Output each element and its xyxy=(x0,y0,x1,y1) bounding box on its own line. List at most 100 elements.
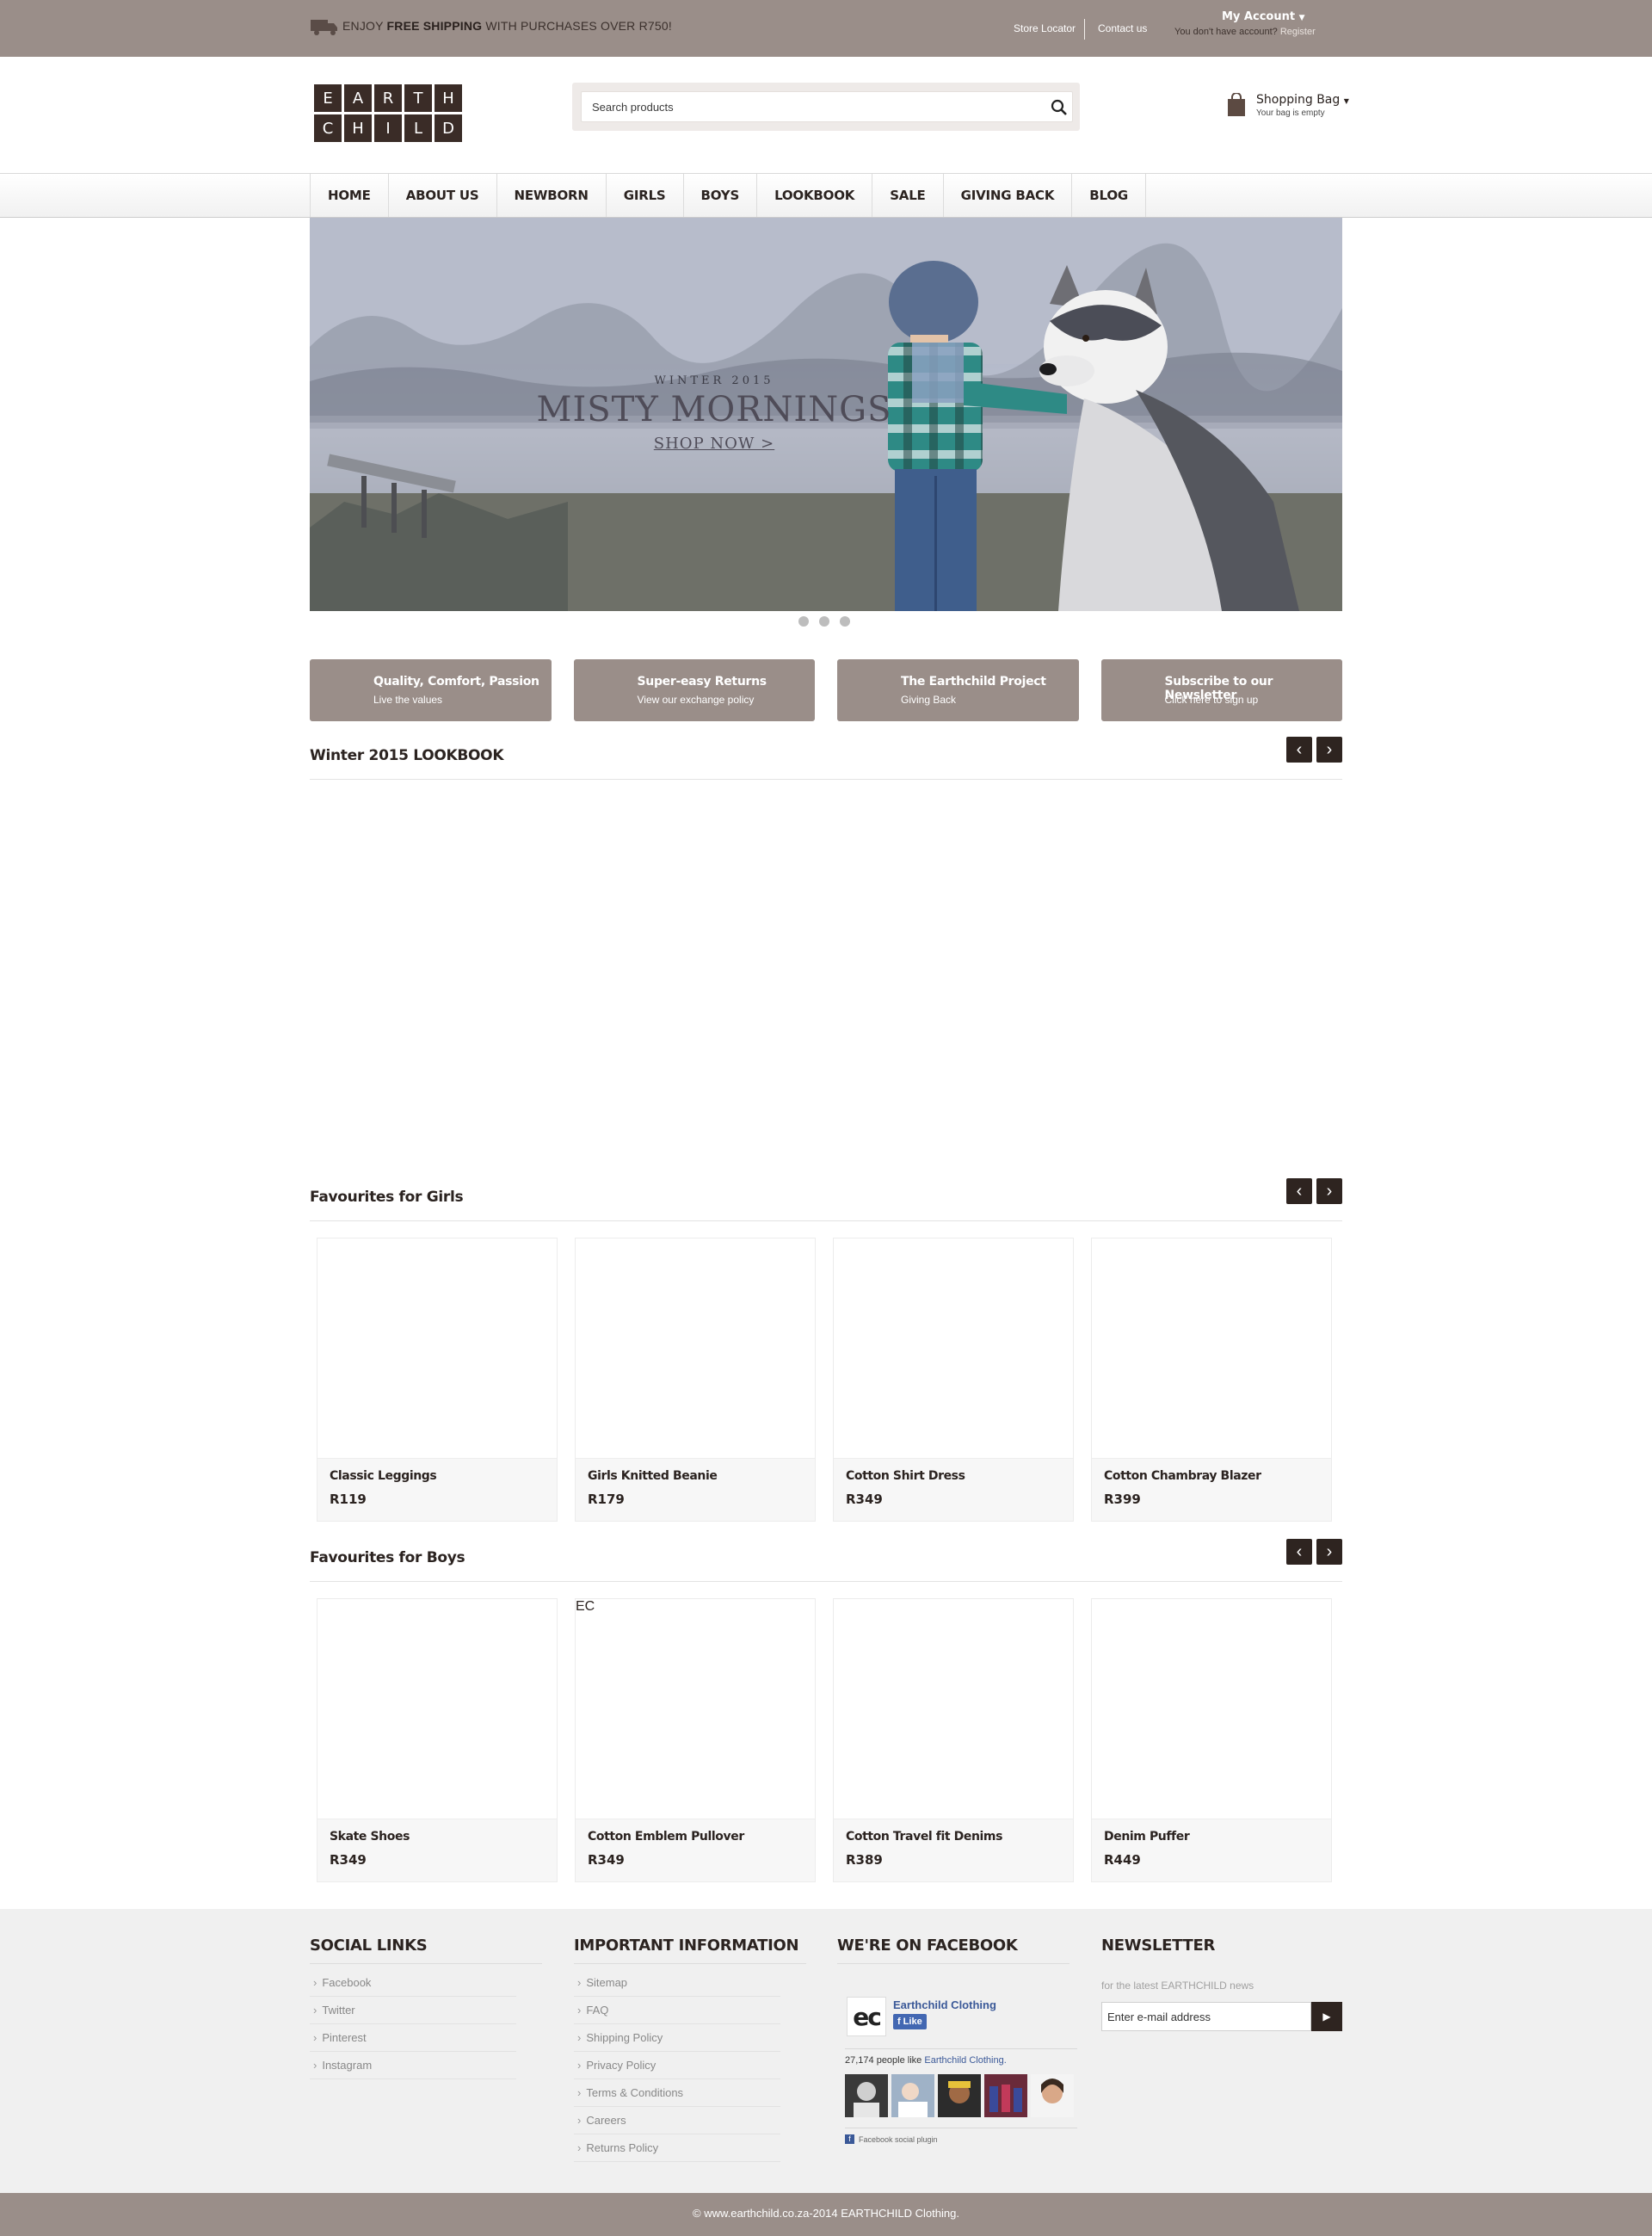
product-card[interactable]: Girls Knitted Beanie R179 xyxy=(575,1238,816,1522)
fb-page-name[interactable]: Earthchild Clothing xyxy=(893,1998,996,2011)
lookbook-photo[interactable] xyxy=(828,799,1067,1134)
product-name[interactable]: Cotton Shirt Dress xyxy=(846,1469,965,1483)
shopping-bag-icon xyxy=(1228,93,1245,116)
logo-letter: E xyxy=(314,84,342,112)
earthchild-fb-logo[interactable]: ec xyxy=(847,1997,886,2036)
footer-link[interactable]: Facebook xyxy=(310,1969,516,1997)
footer-link[interactable]: Sitemap xyxy=(574,1969,780,1997)
slider-dot[interactable] xyxy=(819,616,829,627)
lookbook-next-button[interactable]: › xyxy=(1316,737,1342,763)
product-name[interactable]: Girls Knitted Beanie xyxy=(588,1469,718,1483)
product-name[interactable]: Skate Shoes xyxy=(330,1830,410,1844)
product-image[interactable] xyxy=(576,1238,815,1459)
feature-box[interactable]: Subscribe to our Newsletter Click here to… xyxy=(1100,659,1342,721)
register-link[interactable]: Register xyxy=(1280,27,1316,37)
logo-letter: I xyxy=(374,114,402,142)
product-card[interactable]: Cotton Chambray Blazer R399 xyxy=(1091,1238,1332,1522)
my-account-label[interactable]: My Account xyxy=(1222,10,1295,23)
footer-link[interactable]: FAQ xyxy=(574,1997,780,2024)
footer-link[interactable]: Twitter xyxy=(310,1997,516,2024)
lookbook-photo[interactable] xyxy=(570,799,809,1134)
product-card[interactable]: EC Cotton Emblem Pullover R349 xyxy=(575,1598,816,1882)
nav-item[interactable]: HOME xyxy=(311,174,389,217)
fb-count-link[interactable]: Earthchild Clothing. xyxy=(924,2055,1006,2066)
boys-next-button[interactable]: › xyxy=(1316,1539,1342,1565)
nav-item[interactable]: SALE xyxy=(872,174,944,217)
footer-link[interactable]: Shipping Policy xyxy=(574,2024,780,2052)
girls-prev-button[interactable]: ‹ xyxy=(1286,1178,1312,1204)
fb-like-button[interactable]: f Like xyxy=(893,2014,927,2029)
footer-link[interactable]: Returns Policy xyxy=(574,2134,780,2162)
fan-avatar[interactable] xyxy=(845,2074,888,2117)
nav-item[interactable]: GIVING BACK xyxy=(944,174,1073,217)
nav-item[interactable]: GIRLS xyxy=(607,174,684,217)
product-name[interactable]: Cotton Chambray Blazer xyxy=(1104,1469,1261,1483)
product-card[interactable]: Classic Leggings R119 xyxy=(317,1238,558,1522)
earthchild-logo[interactable]: EARTHCHILD xyxy=(314,84,462,145)
girls-next-button[interactable]: › xyxy=(1316,1178,1342,1204)
search-input[interactable] xyxy=(581,91,1073,122)
product-name[interactable]: Cotton Emblem Pullover xyxy=(588,1830,744,1844)
lookbook-photo[interactable] xyxy=(1086,799,1325,1134)
facebook-column: WE'RE ON FACEBOOK xyxy=(837,1936,1069,1964)
product-card[interactable]: Denim Puffer R449 xyxy=(1091,1598,1332,1882)
facebook-f-icon: f xyxy=(897,2017,901,2027)
product-image[interactable]: EC xyxy=(576,1599,815,1819)
product-image[interactable] xyxy=(834,1238,1073,1459)
fb-count-text: 27,174 people like xyxy=(845,2055,925,2066)
product-card[interactable]: Cotton Travel fit Denims R389 xyxy=(833,1598,1074,1882)
fan-avatar[interactable] xyxy=(1031,2074,1074,2117)
footer-link[interactable]: Terms & Conditions xyxy=(574,2079,780,2107)
social-links-title: SOCIAL LINKS xyxy=(310,1936,542,1964)
footer-link[interactable]: Careers xyxy=(574,2107,780,2134)
hero-banner[interactable]: WINTER 2015 MISTY MORNINGS SHOP NOW > xyxy=(310,218,1342,611)
hero-kicker: WINTER 2015 xyxy=(654,374,774,387)
product-card[interactable]: Cotton Shirt Dress R349 xyxy=(833,1238,1074,1522)
top-bar: ENJOY FREE SHIPPING WITH PURCHASES OVER … xyxy=(0,0,1652,57)
product-name[interactable]: Classic Leggings xyxy=(330,1469,437,1483)
shopping-bag[interactable]: Shopping Bag ▼ Your bag is empty xyxy=(1227,91,1365,120)
contact-us-link[interactable]: Contact us xyxy=(1098,22,1147,34)
nav-item[interactable]: ABOUT US xyxy=(389,174,497,217)
feature-subtitle: Click here to sign up xyxy=(1164,694,1259,706)
product-image[interactable] xyxy=(1092,1238,1331,1459)
footer-link[interactable]: Pinterest xyxy=(310,2024,516,2052)
shop-now-link[interactable]: SHOP NOW > xyxy=(602,435,826,453)
bottom-bar: © www.earthchild.co.za-2014 EARTHCHILD C… xyxy=(0,2193,1652,2236)
feature-box[interactable]: Quality, Comfort, Passion Live the values xyxy=(310,659,552,721)
section-divider xyxy=(310,1220,1342,1221)
nav-item[interactable]: NEWBORN xyxy=(497,174,607,217)
product-image[interactable] xyxy=(317,1599,557,1819)
footer-link[interactable]: Privacy Policy xyxy=(574,2052,780,2079)
footer-link[interactable]: Instagram xyxy=(310,2052,516,2079)
store-locator-link[interactable]: Store Locator xyxy=(1014,22,1076,34)
lookbook-photo[interactable] xyxy=(311,799,551,1134)
fb-plugin-label: Facebook social plugin xyxy=(859,2134,938,2144)
newsletter-submit-button[interactable]: ▶ xyxy=(1311,2002,1342,2031)
nav-item[interactable]: BLOG xyxy=(1072,174,1146,217)
boys-prev-button[interactable]: ‹ xyxy=(1286,1539,1312,1565)
fan-avatar[interactable] xyxy=(891,2074,934,2117)
facebook-widget[interactable]: ec Earthchild Clothing f Like 27,174 peop… xyxy=(836,1976,1086,2148)
logo-letter: H xyxy=(344,114,372,142)
product-image[interactable] xyxy=(834,1599,1073,1819)
feature-box[interactable]: The Earthchild Project Giving Back xyxy=(837,659,1079,721)
product-image[interactable] xyxy=(317,1238,557,1459)
slider-dot[interactable] xyxy=(798,616,809,627)
product-image[interactable] xyxy=(1092,1599,1331,1819)
newsletter-email-input[interactable] xyxy=(1101,2002,1311,2031)
feature-box[interactable]: Super-easy Returns View our exchange poli… xyxy=(573,659,815,721)
product-price: R399 xyxy=(1104,1492,1141,1507)
nav-item[interactable]: LOOKBOOK xyxy=(757,174,873,217)
fan-avatar[interactable] xyxy=(984,2074,1027,2117)
search-icon[interactable] xyxy=(1050,98,1069,117)
product-name[interactable]: Denim Puffer xyxy=(1104,1830,1190,1844)
newsletter-text: for the latest EARTHCHILD news xyxy=(1101,1980,1254,1992)
account-menu[interactable]: My Account ▼ You don't have account? Reg… xyxy=(1174,10,1329,37)
product-name[interactable]: Cotton Travel fit Denims xyxy=(846,1830,1002,1844)
lookbook-prev-button[interactable]: ‹ xyxy=(1286,737,1312,763)
fan-avatar[interactable] xyxy=(938,2074,981,2117)
slider-dot[interactable] xyxy=(840,616,850,627)
nav-item[interactable]: BOYS xyxy=(684,174,758,217)
product-card[interactable]: Skate Shoes R349 xyxy=(317,1598,558,1882)
